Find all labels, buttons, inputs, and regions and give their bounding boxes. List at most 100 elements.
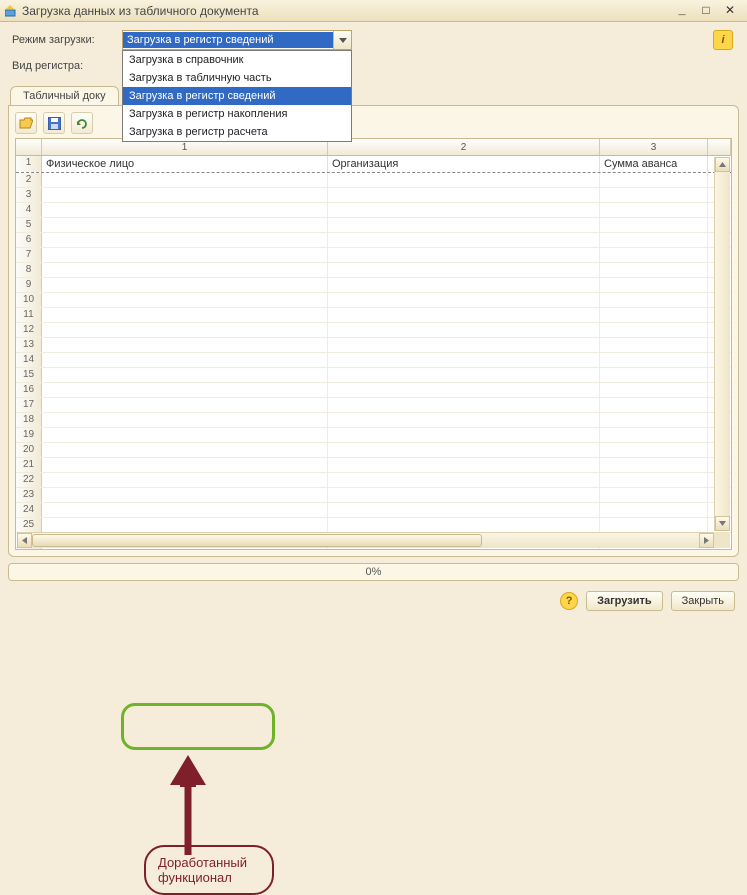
row-number[interactable]: 27 (16, 548, 42, 550)
mode-select-dropdown-button[interactable] (333, 31, 351, 49)
cell[interactable] (600, 398, 708, 412)
cell[interactable] (42, 368, 328, 382)
cell[interactable] (328, 248, 600, 262)
cell[interactable] (42, 413, 328, 427)
cell[interactable] (600, 248, 708, 262)
row-number[interactable]: 24 (16, 503, 42, 517)
horizontal-scrollbar[interactable] (17, 532, 714, 548)
cell[interactable] (42, 503, 328, 517)
cell[interactable] (328, 263, 600, 277)
cell[interactable] (42, 398, 328, 412)
dropdown-item[interactable]: Загрузка в регистр расчета (123, 123, 351, 141)
cell[interactable] (600, 503, 708, 517)
cell[interactable] (42, 263, 328, 277)
row-number[interactable]: 7 (16, 248, 42, 262)
cell[interactable] (328, 518, 600, 532)
row-number[interactable]: 22 (16, 473, 42, 487)
row-number[interactable]: 17 (16, 398, 42, 412)
maximize-button[interactable]: □ (697, 4, 715, 18)
minimize-button[interactable]: _ (673, 4, 691, 18)
row-number[interactable]: 25 (16, 518, 42, 532)
row-number[interactable]: 13 (16, 338, 42, 352)
cell[interactable] (600, 383, 708, 397)
cell[interactable] (42, 293, 328, 307)
row-number[interactable]: 8 (16, 263, 42, 277)
cell[interactable] (600, 428, 708, 442)
cell[interactable] (600, 278, 708, 292)
scroll-up-button[interactable] (715, 157, 730, 172)
cell[interactable] (328, 338, 600, 352)
cell[interactable] (42, 473, 328, 487)
column-header[interactable]: 3 (600, 139, 708, 155)
cell[interactable] (42, 338, 328, 352)
row-number[interactable]: 10 (16, 293, 42, 307)
spreadsheet-grid[interactable]: 1 2 3 1 Физическое лицо Организация Сумм… (15, 138, 732, 550)
dropdown-item[interactable]: Загрузка в табличную часть (123, 69, 351, 87)
cell[interactable] (600, 443, 708, 457)
dropdown-item[interactable]: Загрузка в регистр накопления (123, 105, 351, 123)
row-number[interactable]: 20 (16, 443, 42, 457)
dropdown-item[interactable]: Загрузка в справочник (123, 51, 351, 69)
vertical-scrollbar[interactable] (714, 157, 730, 531)
cell[interactable] (328, 188, 600, 202)
cell[interactable] (600, 263, 708, 277)
close-button[interactable]: ✕ (721, 4, 739, 18)
scroll-down-button[interactable] (715, 516, 730, 531)
cell[interactable] (328, 323, 600, 337)
cell[interactable] (42, 308, 328, 322)
row-number[interactable]: 23 (16, 488, 42, 502)
cell[interactable] (328, 458, 600, 472)
dropdown-item[interactable]: Загрузка в регистр сведений (123, 87, 351, 105)
cell[interactable] (42, 323, 328, 337)
cell[interactable] (328, 488, 600, 502)
cell[interactable] (600, 353, 708, 367)
cell[interactable] (42, 443, 328, 457)
cell[interactable] (600, 473, 708, 487)
row-number[interactable]: 15 (16, 368, 42, 382)
column-header[interactable]: 2 (328, 139, 600, 155)
cell[interactable] (42, 488, 328, 502)
cell[interactable] (328, 233, 600, 247)
cell[interactable] (328, 428, 600, 442)
cell[interactable] (42, 233, 328, 247)
row-number[interactable]: 6 (16, 233, 42, 247)
cell[interactable] (600, 548, 708, 550)
row-number[interactable]: 3 (16, 188, 42, 202)
cell[interactable] (328, 293, 600, 307)
scroll-track[interactable] (482, 533, 699, 548)
scroll-thumb[interactable] (32, 534, 482, 547)
cell[interactable] (42, 188, 328, 202)
row-number[interactable]: 16 (16, 383, 42, 397)
cell[interactable] (600, 488, 708, 502)
cell[interactable] (328, 173, 600, 187)
cell[interactable] (600, 293, 708, 307)
cell[interactable] (328, 413, 600, 427)
cell[interactable] (328, 473, 600, 487)
row-number[interactable]: 19 (16, 428, 42, 442)
help-icon[interactable]: ? (560, 592, 578, 610)
cell[interactable] (42, 458, 328, 472)
cell[interactable] (600, 203, 708, 217)
cell[interactable] (600, 368, 708, 382)
cell[interactable] (600, 233, 708, 247)
load-button[interactable]: Загрузить (586, 591, 663, 611)
cell[interactable] (600, 218, 708, 232)
cell[interactable] (328, 218, 600, 232)
cell[interactable] (42, 353, 328, 367)
row-number[interactable]: 14 (16, 353, 42, 367)
row-number[interactable]: 11 (16, 308, 42, 322)
cell[interactable] (42, 518, 328, 532)
mode-select[interactable]: Загрузка в регистр сведений (122, 30, 352, 50)
cell[interactable] (42, 428, 328, 442)
row-number[interactable]: 5 (16, 218, 42, 232)
info-icon[interactable]: i (713, 30, 733, 50)
scroll-left-button[interactable] (17, 533, 32, 548)
mode-dropdown-list[interactable]: Загрузка в справочник Загрузка в табличн… (122, 50, 352, 142)
cell[interactable] (600, 173, 708, 187)
cell[interactable] (42, 173, 328, 187)
cell[interactable] (328, 383, 600, 397)
cell[interactable] (328, 278, 600, 292)
cell[interactable] (328, 308, 600, 322)
cell[interactable] (328, 203, 600, 217)
tab-tabular-document[interactable]: Табличный доку (10, 86, 119, 105)
